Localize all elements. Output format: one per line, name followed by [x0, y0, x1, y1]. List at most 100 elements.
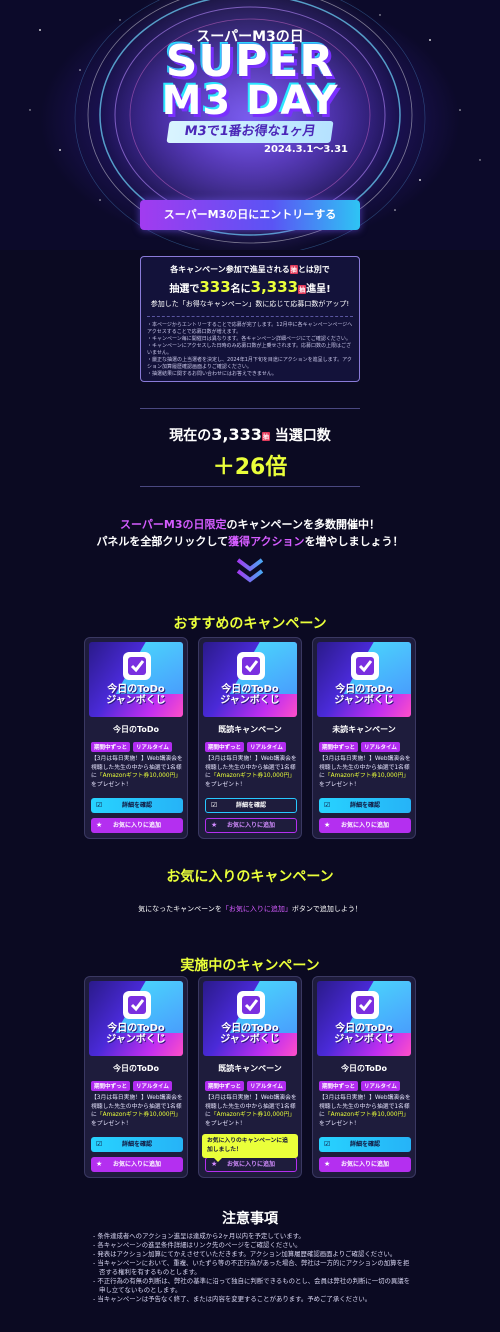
star-icon: ★: [211, 821, 218, 829]
info-line2-text-c: 進呈!: [306, 284, 331, 295]
campaign-thumbnail[interactable]: 今日のToDo ジャンボくじ: [203, 981, 297, 1056]
m3-logo-icon: [123, 652, 151, 680]
detail-button[interactable]: ☑ 詳細を確認: [205, 798, 297, 813]
entry-button[interactable]: スーパーM3の日にエントリーする: [140, 200, 360, 230]
list-item: 抽選結果に関するお問い合わせにはお答えできません。: [147, 371, 353, 378]
campaign-thumbnail[interactable]: 今日のToDo ジャンボくじ: [203, 642, 297, 717]
description-highlight: 「Amazonギフト券10,000円」: [324, 1112, 410, 1118]
favorite-button-label: お気に入りに追加: [112, 822, 161, 829]
star-icon: ★: [96, 821, 103, 829]
section-title-active: 実施中のキャンペーン: [180, 958, 320, 974]
campaign-card[interactable]: 今日のToDo ジャンボくじ 今日のToDo 期間中ずっと リアルタイム 【3月は毎日実施…: [84, 637, 188, 839]
m3-logo-icon: [237, 652, 265, 680]
favorites-note-highlight: 「お気に入りに追加」: [221, 905, 292, 913]
list-item: 当キャンペーンにおいて、重複、いたずら等の不正行為があった場合、弊社は一方的にア…: [93, 1259, 413, 1277]
description-text-end: をプレゼント！: [205, 1120, 246, 1127]
tag-period: 期間中ずっと: [205, 742, 245, 752]
count-label: 現在の: [169, 428, 212, 444]
chevron-down-icon: [236, 558, 264, 583]
campaign-tags: 期間中ずっと リアルタイム: [91, 742, 172, 752]
divider: [140, 408, 360, 409]
list-item: キャンペーンにアクセスした日時のみ応募口数が上乗せされます。応募口数の上限はござ…: [147, 343, 353, 357]
campaign-tags: 期間中ずっと リアルタイム: [205, 1081, 286, 1091]
campaign-tags: 期間中ずっと リアルタイム: [319, 742, 400, 752]
favorite-button-label: お気に入りに追加: [340, 1161, 389, 1168]
description-text-end: をプレゼント！: [91, 1120, 132, 1127]
detail-button-label: 詳細を確認: [349, 1141, 380, 1148]
description-highlight: 「Amazonギフト券10,000円」: [96, 1112, 182, 1118]
add-favorite-button[interactable]: ★ お気に入りに追加: [319, 818, 411, 833]
list-item: 条件達成者へのアクション進呈は達成から2ヶ月以内を予定しています。: [93, 1232, 413, 1241]
tag-period: 期間中ずっと: [319, 1081, 359, 1091]
m3-logo-icon: [237, 991, 265, 1019]
detail-button[interactable]: ☑ 詳細を確認: [319, 798, 411, 813]
tag-period: 期間中ずっと: [91, 1081, 131, 1091]
campaign-card[interactable]: 今日のToDo ジャンボくじ 今日のToDo 期間中ずっと リアルタイム 【3月は毎日実施…: [312, 976, 416, 1178]
add-favorite-button[interactable]: ★ お気に入りに追加: [205, 818, 297, 833]
thumbnail-line2: ジャンボくじ: [220, 695, 280, 706]
promo-highlight: スーパーM3の日限定: [120, 518, 227, 531]
tag-realtime: リアルタイム: [361, 1081, 400, 1091]
campaign-name: 未読キャンペーン: [332, 725, 396, 734]
detail-button-label: 詳細を確認: [235, 802, 266, 809]
tag-period: 期間中ずっと: [205, 1081, 245, 1091]
favorite-button-label: お気に入りに追加: [340, 822, 389, 829]
detail-button[interactable]: ☑ 詳細を確認: [91, 798, 183, 813]
campaign-card[interactable]: 今日のToDo ジャンボくじ 未読キャンペーン 期間中ずっと リアルタイム 【3月は毎日実…: [312, 637, 416, 839]
campaign-thumbnail[interactable]: 今日のToDo ジャンボくじ: [317, 642, 411, 717]
info-line3: 参加した「お得なキャンペーン」数に応じて応募口数がアップ!: [150, 300, 350, 308]
lottery-info-box: 各キャンペーン参加で進呈される抽とは別で 抽選で333名に3,333抽進呈! 参…: [140, 256, 360, 382]
description-text-end: をプレゼント！: [319, 1120, 360, 1127]
info-notes-list: 本ページからエントリーすることで応募が完了します。12月中に各キャンペーンページ…: [147, 322, 353, 378]
thumbnail-line2: ジャンボくじ: [334, 1034, 394, 1045]
campaign-thumbnail[interactable]: 今日のToDo ジャンボくじ: [89, 981, 183, 1056]
campaign-description: 【3月は毎日実施！】Web講演会を視聴した先生の中から抽選で1名様に「Amazo…: [91, 755, 183, 789]
favorite-button-label: お気に入りに追加: [226, 1161, 275, 1168]
promo-text-2b: を増やしましょう！: [304, 535, 404, 548]
add-favorite-button[interactable]: ★ お気に入りに追加: [91, 818, 183, 833]
star-icon: ★: [96, 1160, 103, 1168]
star-icon: ★: [324, 821, 331, 829]
add-favorite-button[interactable]: ★ お気に入りに追加: [319, 1157, 411, 1172]
detail-button[interactable]: ☑ 詳細を確認: [319, 1137, 411, 1152]
campaign-name: 既読キャンペーン: [218, 1064, 282, 1073]
description-highlight: 「Amazonギフト券10,000円」: [96, 773, 182, 779]
campaign-thumbnail[interactable]: 今日のToDo ジャンボくじ: [317, 981, 411, 1056]
campaign-card[interactable]: 今日のToDo ジャンボくじ 既読キャンペーン 期間中ずっと リアルタイム 【3月は毎日実…: [198, 637, 302, 839]
campaign-card[interactable]: 今日のToDo ジャンボくじ 今日のToDo 期間中ずっと リアルタイム 【3月は毎日実施…: [84, 976, 188, 1178]
hero-dates: 2024.3.1～3.31: [264, 144, 349, 155]
campaign-thumbnail[interactable]: 今日のToDo ジャンボくじ: [89, 642, 183, 717]
thumbnail-text: 今日のToDo ジャンボくじ: [89, 684, 183, 706]
thumbnail-line1: 今日のToDo: [335, 1023, 393, 1034]
info-line1-text-end: とは別で: [297, 265, 330, 274]
promo-line2: パネルを全部クリックして獲得アクションを増やしましょう！: [0, 533, 500, 550]
thumbnail-line2: ジャンボくじ: [334, 695, 394, 706]
check-icon: ☑: [211, 801, 218, 809]
description-highlight: 「Amazonギフト券10,000円」: [324, 773, 410, 779]
info-line2-text-b: 名に: [230, 284, 251, 295]
detail-button[interactable]: ☑ 詳細を確認: [91, 1137, 183, 1152]
campaign-name: 今日のToDo: [112, 725, 160, 734]
description-text-end: をプレゼント！: [319, 781, 360, 788]
m3-logo-icon: [123, 991, 151, 1019]
thumbnail-line1: 今日のToDo: [107, 684, 165, 695]
tag-period: 期間中ずっと: [91, 742, 131, 752]
thumbnail-line1: 今日のToDo: [335, 684, 393, 695]
description-highlight: 「Amazonギフト券10,000円」: [210, 1112, 296, 1118]
description-highlight: 「Amazonギフト券10,000円」: [210, 773, 296, 779]
tag-realtime: リアルタイム: [361, 742, 400, 752]
favorites-note: 気になったキャンペーンを「お気に入りに追加」ボタンで追加しよう！: [0, 904, 500, 914]
add-favorite-button[interactable]: ★ お気に入りに追加: [91, 1157, 183, 1172]
favorites-note-text: 気になったキャンペーンを: [138, 905, 222, 913]
campaign-description: 【3月は毎日実施！】Web講演会を視聴した先生の中から抽選で1名様に「Amazo…: [319, 755, 411, 789]
m3-logo-icon: [351, 652, 379, 680]
campaign-description: 【3月は毎日実施！】Web講演会を視聴した先生の中から抽選で1名様に「Amazo…: [205, 755, 297, 789]
tag-period: 期間中ずっと: [319, 742, 359, 752]
notes-title: 注意事項: [222, 1211, 278, 1227]
divider: [147, 316, 353, 317]
tag-realtime: リアルタイム: [247, 1081, 286, 1091]
check-icon: ☑: [96, 801, 103, 809]
check-icon: ☑: [324, 801, 331, 809]
thumbnail-line1: 今日のToDo: [107, 1023, 165, 1034]
list-item: 本ページからエントリーすることで応募が完了します。12月中に各キャンペーンページ…: [147, 322, 353, 336]
